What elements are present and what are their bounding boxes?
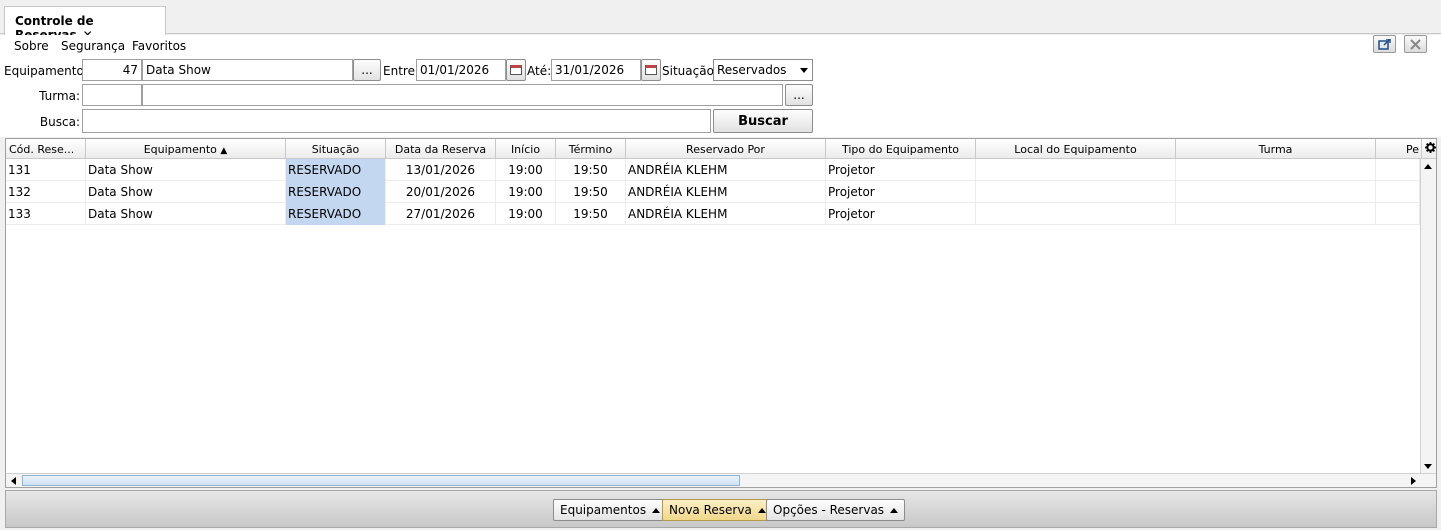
tab-controle-reservas[interactable]: Controle de Reservas✕: [4, 6, 166, 42]
cell-data-reserva: 13/01/2026: [386, 159, 496, 181]
col-header-local-equipamento[interactable]: Local do Equipamento: [976, 139, 1176, 159]
opcoes-reservas-button[interactable]: Opções - Reservas: [766, 499, 906, 521]
cell-situacao: RESERVADO: [286, 159, 386, 181]
caret-up-icon: [757, 508, 766, 513]
scroll-left-icon[interactable]: [11, 477, 16, 485]
cell-reservado-por: ANDRÉIA KLEHM: [626, 159, 826, 181]
cell-pe: [1376, 159, 1420, 181]
cell-local-equipamento: [976, 203, 1176, 225]
equipamento-code-field[interactable]: 47: [82, 59, 142, 81]
cell-cod: 133: [6, 203, 86, 225]
col-header-equipamento-label: Equipamento: [143, 143, 217, 156]
ate-label: Até:: [527, 64, 552, 78]
equipamento-lookup-button[interactable]: ...: [353, 59, 381, 81]
menu-item-sobre[interactable]: Sobre: [14, 39, 49, 53]
col-header-pe[interactable]: Pe: [1376, 139, 1422, 159]
cell-pe: [1376, 181, 1420, 203]
horizontal-scroll-thumb[interactable]: [22, 475, 740, 486]
vertical-scrollbar[interactable]: [1420, 159, 1436, 474]
chevron-down-icon: [800, 68, 808, 73]
busca-input[interactable]: [82, 109, 711, 133]
gear-icon[interactable]: [1422, 139, 1436, 159]
cell-turma: [1176, 203, 1376, 225]
table-row[interactable]: 133 Data Show RESERVADO 27/01/2026 19:00…: [6, 203, 1420, 225]
sort-asc-icon: ▲: [220, 146, 228, 156]
col-header-cod[interactable]: Cód. Rese...: [6, 139, 86, 159]
turma-lookup-button[interactable]: ...: [785, 84, 813, 106]
cell-tipo-equipamento: Projetor: [826, 159, 976, 181]
col-header-termino[interactable]: Término: [556, 139, 626, 159]
ate-date-field[interactable]: 31/01/2026: [551, 59, 641, 81]
menu-item-seguranca[interactable]: Segurança: [61, 39, 125, 53]
equipamentos-button-label: Equipamentos: [560, 503, 647, 517]
cell-pe: [1376, 203, 1420, 225]
cell-situacao: RESERVADO: [286, 203, 386, 225]
opcoes-reservas-button-label: Opções - Reservas: [773, 503, 885, 517]
cell-turma: [1176, 181, 1376, 203]
footer-toolbar: Equipamentos Nova Reserva Opções - Reser…: [5, 490, 1437, 528]
cell-situacao: RESERVADO: [286, 181, 386, 203]
col-header-inicio[interactable]: Início: [496, 139, 556, 159]
entre-calendar-icon[interactable]: [506, 59, 526, 81]
cell-equipamento: Data Show: [86, 159, 286, 181]
scroll-right-icon[interactable]: [1411, 477, 1416, 485]
cell-turma: [1176, 159, 1376, 181]
entre-label: Entre:: [383, 64, 419, 78]
cell-inicio: 19:00: [496, 159, 556, 181]
cell-equipamento: Data Show: [86, 181, 286, 203]
nova-reserva-button[interactable]: Nova Reserva: [662, 499, 773, 521]
cell-tipo-equipamento: Projetor: [826, 181, 976, 203]
buscar-button[interactable]: Buscar: [713, 109, 813, 133]
cell-data-reserva: 27/01/2026: [386, 203, 496, 225]
ate-calendar-icon[interactable]: [641, 59, 661, 81]
cell-termino: 19:50: [556, 181, 626, 203]
equipamento-label: Equipamento:: [4, 64, 88, 78]
cell-inicio: 19:00: [496, 181, 556, 203]
cell-equipamento: Data Show: [86, 203, 286, 225]
col-header-tipo-equipamento[interactable]: Tipo do Equipamento: [826, 139, 976, 159]
entre-date-field[interactable]: 01/01/2026: [416, 59, 506, 81]
col-header-equipamento[interactable]: Equipamento ▲: [86, 139, 286, 159]
scroll-down-icon[interactable]: [1424, 464, 1432, 469]
cell-tipo-equipamento: Projetor: [826, 203, 976, 225]
table-row[interactable]: 132 Data Show RESERVADO 20/01/2026 19:00…: [6, 181, 1420, 203]
table-header: Cód. Rese... Equipamento ▲ Situação Data…: [6, 139, 1436, 159]
cell-local-equipamento: [976, 181, 1176, 203]
turma-code-field[interactable]: [82, 84, 142, 106]
cell-termino: 19:50: [556, 203, 626, 225]
col-header-data-reserva[interactable]: Data da Reserva: [386, 139, 496, 159]
horizontal-scrollbar[interactable]: [6, 473, 1436, 487]
cell-local-equipamento: [976, 159, 1176, 181]
tab-bar: Controle de Reservas✕: [0, 0, 1441, 42]
cell-data-reserva: 20/01/2026: [386, 181, 496, 203]
equipamentos-button[interactable]: Equipamentos: [553, 499, 668, 521]
col-header-situacao[interactable]: Situação: [286, 139, 386, 159]
equipamento-name-field[interactable]: Data Show: [142, 59, 353, 81]
turma-label: Turma:: [39, 89, 80, 103]
situacao-select[interactable]: Reservados: [713, 59, 813, 81]
cell-reservado-por: ANDRÉIA KLEHM: [626, 181, 826, 203]
table-row[interactable]: 131 Data Show RESERVADO 13/01/2026 19:00…: [6, 159, 1420, 181]
filter-form: Equipamento: 47 Data Show ... Entre: 01/…: [0, 57, 1441, 137]
situacao-label: Situação:: [662, 64, 718, 78]
close-window-icon[interactable]: [1404, 35, 1427, 53]
scroll-up-icon[interactable]: [1424, 164, 1432, 169]
busca-label: Busca:: [39, 115, 80, 129]
reservas-table: Cód. Rese... Equipamento ▲ Situação Data…: [5, 138, 1437, 488]
cell-cod: 132: [6, 181, 86, 203]
cell-inicio: 19:00: [496, 203, 556, 225]
menu-bar: Sobre Segurança Favoritos: [0, 35, 1441, 57]
caret-up-icon: [890, 508, 899, 513]
col-header-reservado-por[interactable]: Reservado Por: [626, 139, 826, 159]
nova-reserva-button-label: Nova Reserva: [669, 503, 752, 517]
situacao-select-value: Reservados: [717, 63, 787, 77]
caret-up-icon: [652, 508, 661, 513]
menu-item-favoritos[interactable]: Favoritos: [132, 39, 186, 53]
cell-termino: 19:50: [556, 159, 626, 181]
col-header-turma[interactable]: Turma: [1176, 139, 1376, 159]
undock-icon[interactable]: [1373, 35, 1396, 53]
cell-cod: 131: [6, 159, 86, 181]
cell-reservado-por: ANDRÉIA KLEHM: [626, 203, 826, 225]
turma-name-field[interactable]: [142, 84, 783, 106]
